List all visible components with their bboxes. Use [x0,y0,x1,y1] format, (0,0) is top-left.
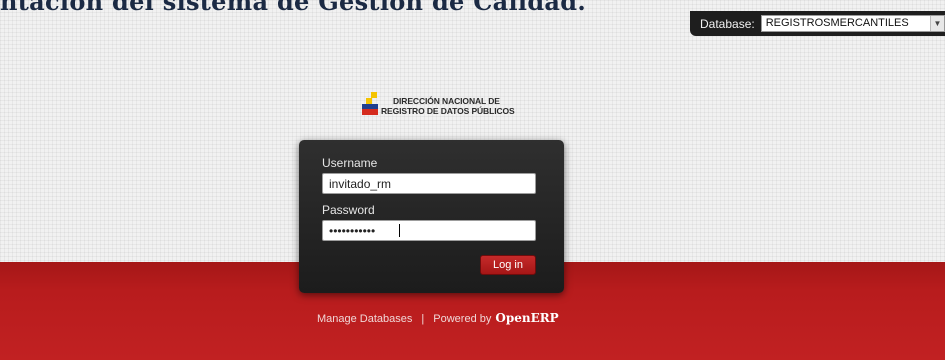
footer-links: Manage Databases | Powered by OpenERP [317,311,559,326]
text-caret [399,224,400,237]
openerp-link[interactable]: OpenERP [495,311,558,325]
flag-logo-icon [362,92,378,116]
manage-databases-link[interactable]: Manage Databases [317,312,412,326]
password-field[interactable] [322,220,536,241]
password-label: Password [322,203,375,217]
database-selector-bar: Database: REGISTROSMERCANTILES ▼ [690,11,945,36]
logo-line-2: REGISTRO DE DATOS PÚBLICOS [381,106,515,116]
database-select[interactable]: REGISTROSMERCANTILES ▼ [760,15,945,32]
username-field[interactable] [322,173,536,194]
login-panel: Username Password Log in [299,140,564,293]
login-button[interactable]: Log in [480,255,536,275]
database-selected-value: REGISTROSMERCANTILES [765,17,909,29]
footer-separator: | [421,313,425,325]
database-label: Database: [700,16,755,31]
password-wrapper [322,220,537,250]
institution-logo: DIRECCIÓN NACIONAL DE REGISTRO DE DATOS … [362,92,515,116]
chevron-down-icon[interactable]: ▼ [930,16,944,31]
logo-line-1: DIRECCIÓN NACIONAL DE [393,96,500,106]
logo-text: DIRECCIÓN NACIONAL DE REGISTRO DE DATOS … [381,96,515,116]
username-label: Username [322,156,378,170]
powered-by-label: Powered by [433,313,492,325]
